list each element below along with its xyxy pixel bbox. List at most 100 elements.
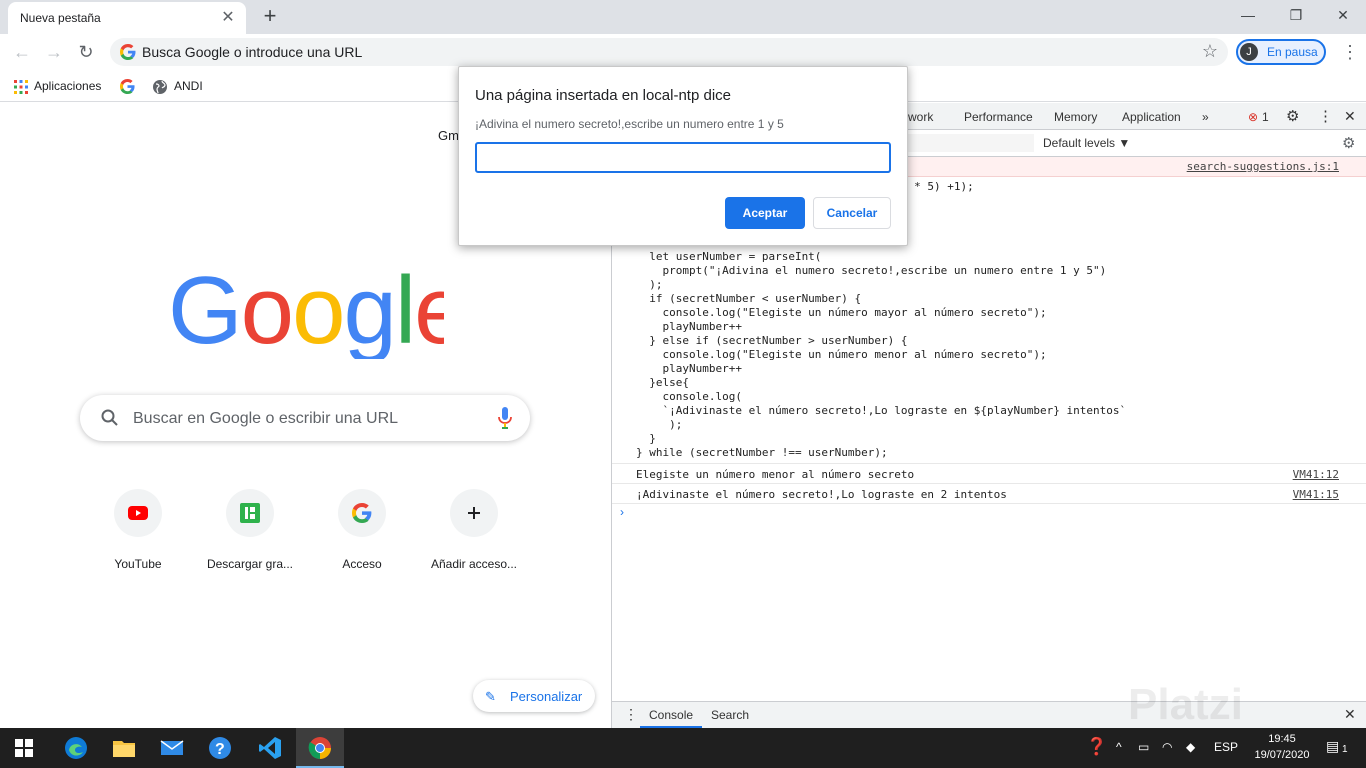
taskbar-edge[interactable]	[52, 728, 100, 768]
tile-label: Descargar gra...	[206, 557, 294, 571]
clock-time: 19:45	[1268, 733, 1296, 745]
dialog-prompt-input[interactable]	[475, 142, 891, 173]
taskbar-vscode[interactable]	[246, 728, 294, 768]
platzi-watermark: Platzi	[1128, 680, 1243, 729]
tab-application[interactable]: Application	[1122, 110, 1181, 124]
restore-icon[interactable]: ❐	[1282, 4, 1310, 26]
ntp-search-placeholder: Buscar en Google o escribir una URL	[133, 410, 399, 427]
mic-icon[interactable]	[498, 407, 512, 429]
tile-circle	[226, 489, 274, 537]
windows-taskbar: ? ❓ ^ ▭ ◠ ◆ ESP 19:45 19/07/2020 ▤ 1	[0, 728, 1366, 768]
code-line: console.log("Elegiste un número mayor al…	[636, 306, 1047, 319]
console-divider	[612, 503, 1366, 504]
cancel-button[interactable]: Cancelar	[813, 197, 891, 229]
omnibox[interactable]: Busca Google o introduce una URL ☆	[110, 38, 1228, 66]
start-button[interactable]	[0, 728, 48, 768]
log-source-link[interactable]: VM41:15	[1293, 488, 1339, 501]
windows-logo-icon	[15, 739, 33, 757]
battery-icon[interactable]: ▭	[1138, 740, 1149, 754]
customize-button[interactable]: ✎ Personalizar	[473, 680, 595, 712]
code-line: }	[636, 432, 656, 445]
console-filter-input[interactable]	[900, 134, 1034, 152]
bookmark-star-icon[interactable]: ☆	[1202, 41, 1218, 62]
taskbar-chrome[interactable]	[296, 728, 344, 768]
code-line: if (secretNumber < userNumber) {	[636, 292, 862, 305]
new-tab-plus-icon[interactable]: +	[258, 4, 282, 28]
settings-gear-icon[interactable]: ⚙	[1286, 107, 1299, 125]
tile-label: YouTube	[114, 557, 162, 571]
code-line: );	[636, 278, 663, 291]
bookmark-label: Aplicaciones	[34, 79, 102, 93]
google-g-icon	[120, 79, 135, 95]
console-prompt-chevron-icon[interactable]: ›	[620, 505, 624, 519]
bookmark-apps[interactable]: Aplicaciones	[14, 77, 101, 95]
error-count[interactable]: 1	[1262, 110, 1269, 124]
tray-chevron-up-icon[interactable]: ^	[1116, 740, 1122, 754]
tab-performance[interactable]: Performance	[964, 110, 1033, 124]
log-message: Elegiste un número menor al número secre…	[636, 468, 915, 481]
wifi-icon[interactable]: ◠	[1162, 740, 1172, 754]
bookmark-google[interactable]	[120, 77, 141, 95]
close-drawer-icon[interactable]: ✕	[1344, 706, 1356, 723]
profile-status-label: En pausa	[1267, 45, 1318, 59]
drawer-tab-search[interactable]: Search	[711, 708, 749, 722]
folder-icon	[113, 741, 135, 757]
gmail-link[interactable]: Gm	[438, 128, 459, 143]
pencil-icon: ✎	[485, 689, 496, 704]
tile-circle	[338, 489, 386, 537]
console-settings-gear-icon[interactable]: ⚙	[1342, 134, 1355, 152]
code-line: prompt("¡Adivina el numero secreto!,escr…	[636, 264, 1107, 277]
notification-count: 1	[1342, 744, 1348, 755]
error-source-link[interactable]: search-suggestions.js:1	[1187, 160, 1339, 173]
apps-grid-icon	[14, 79, 28, 94]
devtools-menu-icon[interactable]: ⋮	[1318, 107, 1333, 125]
shortcut-tile-youtube[interactable]: YouTube	[82, 485, 194, 585]
tab-memory[interactable]: Memory	[1054, 110, 1097, 124]
keyboard-language[interactable]: ESP	[1214, 740, 1238, 754]
plus-icon	[468, 507, 480, 519]
drawer-tab-console[interactable]: Console	[649, 708, 693, 722]
taskbar-mail[interactable]	[148, 728, 196, 768]
tab-new-tab[interactable]: Nueva pestaña ✕	[8, 2, 246, 34]
omnibox-placeholder: Busca Google o introduce una URL	[142, 44, 363, 60]
ntp-search-box[interactable]: Buscar en Google o escribir una URL	[80, 395, 530, 441]
notifications-icon[interactable]: ▤	[1326, 738, 1339, 755]
bookmark-andi[interactable]: ANDI	[152, 77, 203, 95]
more-tabs-icon[interactable]: »	[1202, 110, 1209, 124]
code-line: playNumber++	[636, 320, 742, 333]
bookmark-label: ANDI	[174, 79, 203, 93]
log-source-link[interactable]: VM41:12	[1293, 468, 1339, 481]
code-line: let userNumber = parseInt(	[636, 250, 822, 263]
code-line: console.log(	[636, 390, 742, 403]
shortcut-tile-add[interactable]: Añadir acceso...	[418, 485, 530, 585]
profile-button[interactable]: J En pausa	[1236, 39, 1326, 65]
tray-help-icon[interactable]: ❓	[1086, 737, 1107, 757]
taskbar-help[interactable]: ?	[196, 728, 244, 768]
minimize-icon[interactable]: —	[1234, 4, 1262, 26]
shortcut-tile-acceso[interactable]: Acceso	[306, 485, 418, 585]
avatar: J	[1240, 43, 1258, 61]
dropbox-icon[interactable]: ◆	[1186, 740, 1195, 754]
clock-date: 19/07/2020	[1254, 749, 1310, 761]
clock[interactable]: 19:45 19/07/2020	[1252, 731, 1312, 763]
reload-icon[interactable]: ↻	[74, 40, 98, 64]
back-arrow-icon[interactable]: ←	[10, 40, 34, 64]
close-window-icon[interactable]: ✕	[1329, 4, 1357, 26]
drawer-menu-icon[interactable]: ⋮	[624, 706, 638, 723]
more-menu-icon[interactable]: ⋮	[1338, 40, 1362, 64]
default-levels-dropdown[interactable]: Default levels ▼	[1043, 136, 1130, 150]
vscode-icon	[259, 737, 281, 759]
code-line: `¡Adivinaste el número secreto!,Lo logra…	[636, 404, 1127, 417]
log-message: ¡Adivinaste el número secreto!,Lo logras…	[636, 488, 1007, 501]
prompt-dialog: Una página insertada en local-ntp dice ¡…	[458, 66, 908, 246]
tile-label: Añadir acceso...	[430, 557, 518, 571]
close-tab-icon[interactable]: ✕	[218, 8, 238, 28]
code-line: } while (secretNumber !== userNumber);	[636, 446, 888, 459]
close-devtools-icon[interactable]: ✕	[1344, 108, 1356, 125]
error-badge-icon[interactable]: ⊗	[1248, 110, 1258, 124]
browser-toolbar: ← → ↻ Busca Google o introduce una URL ☆…	[0, 34, 1366, 70]
shortcut-tile-descargar[interactable]: Descargar gra...	[194, 485, 306, 585]
taskbar-file-explorer[interactable]	[100, 728, 148, 768]
forward-arrow-icon[interactable]: →	[42, 40, 66, 64]
accept-button[interactable]: Aceptar	[725, 197, 805, 229]
